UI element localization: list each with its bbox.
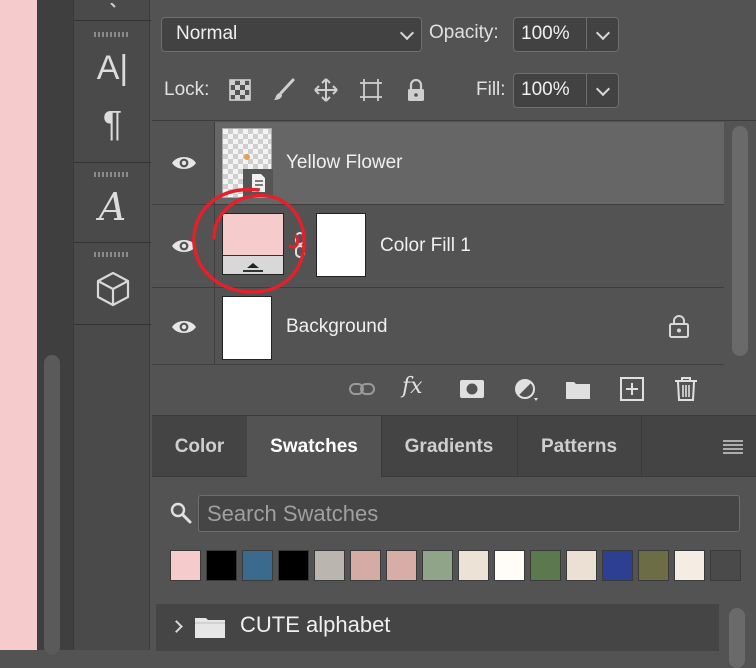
tool-grip[interactable]: [94, 32, 130, 37]
swatch-chip[interactable]: [278, 550, 309, 581]
swatch-chip[interactable]: [242, 550, 273, 581]
opacity-field[interactable]: 100%: [513, 17, 619, 52]
layer-lock-icon[interactable]: [668, 314, 690, 338]
new-group-folder-icon[interactable]: [564, 376, 592, 402]
swatch-chip[interactable]: [602, 550, 633, 581]
collapsed-tool-icon[interactable]: [74, 0, 151, 20]
lock-all-icon[interactable]: [404, 78, 428, 102]
visibility-column: [152, 205, 215, 287]
swatch-chip[interactable]: [170, 550, 201, 581]
layer-name[interactable]: Yellow Flower: [286, 152, 403, 174]
layer-row-background[interactable]: Background: [152, 288, 724, 365]
layers-scrollbar[interactable]: [730, 122, 752, 362]
eye-icon[interactable]: [171, 154, 197, 172]
layer-name[interactable]: Color Fill 1: [380, 235, 471, 257]
search-swatches-field[interactable]: [198, 495, 740, 532]
swatch-chip[interactable]: [314, 550, 345, 581]
tab-color[interactable]: Color: [152, 416, 248, 476]
search-icon: [170, 502, 192, 524]
swatch-chip[interactable]: [710, 550, 741, 581]
trash-delete-icon[interactable]: [672, 376, 700, 402]
fill-color-thumbnail[interactable]: [222, 213, 284, 275]
paragraph-panel-icon[interactable]: ¶: [74, 104, 151, 144]
lock-artboard-icon[interactable]: [359, 78, 383, 102]
swatch-chip[interactable]: [206, 550, 237, 581]
swatches-scrollbar[interactable]: [726, 604, 748, 668]
panel-tab-bar: Color Swatches Gradients Patterns: [152, 416, 756, 477]
chevron-down-icon[interactable]: [595, 25, 611, 41]
lock-image-pixels-brush-icon[interactable]: [272, 78, 296, 102]
swatch-chip[interactable]: [638, 550, 669, 581]
link-layers-icon[interactable]: [348, 376, 376, 402]
flower-icon: [244, 154, 250, 160]
layers-scroll-thumb[interactable]: [732, 126, 748, 356]
opacity-label: Opacity:: [429, 22, 499, 43]
background-thumbnail[interactable]: [222, 296, 272, 360]
canvas-scrollbar[interactable]: [37, 0, 73, 655]
fill-field[interactable]: 100%: [513, 73, 619, 108]
tab-gradients[interactable]: Gradients: [381, 416, 518, 476]
layers-panel: Normal Opacity: 100% Lock: Fill: 100% Ye…: [152, 0, 756, 415]
layer-row-yellow-flower[interactable]: Yellow Flower: [152, 122, 724, 205]
lock-transparent-pixels-icon[interactable]: [228, 78, 252, 102]
tab-swatches[interactable]: Swatches: [247, 416, 382, 477]
swatch-folder-cute-alphabet[interactable]: CUTE alphabet: [156, 604, 719, 651]
tool-grip[interactable]: [94, 172, 130, 177]
search-swatches-input[interactable]: [205, 496, 729, 531]
chevron-down-icon: [399, 25, 415, 41]
new-layer-icon[interactable]: [618, 376, 646, 402]
swatch-chip[interactable]: [386, 550, 417, 581]
layer-name[interactable]: Background: [286, 316, 387, 338]
folder-icon: [195, 618, 225, 638]
tab-patterns[interactable]: Patterns: [517, 416, 642, 476]
swatches-panel: Color Swatches Gradients Patterns CUTE a…: [152, 415, 756, 668]
add-mask-icon[interactable]: [458, 376, 486, 402]
fill-label: Fill:: [476, 79, 506, 100]
chevron-down-icon[interactable]: [595, 81, 611, 97]
swatch-chip[interactable]: [350, 550, 381, 581]
lock-label: Lock:: [164, 79, 210, 100]
swatches-scroll-thumb[interactable]: [729, 608, 745, 668]
canvas-edge: [0, 0, 37, 650]
swatch-chip[interactable]: [422, 550, 453, 581]
chain-link-icon[interactable]: [293, 231, 307, 259]
blend-mode-dropdown[interactable]: Normal: [161, 17, 422, 52]
swatch-chip[interactable]: [566, 550, 597, 581]
swatch-chip[interactable]: [494, 550, 525, 581]
3d-cube-icon[interactable]: [74, 270, 151, 313]
adjustment-layer-icon[interactable]: [512, 376, 540, 402]
swatch-chip[interactable]: [458, 550, 489, 581]
blend-mode-value: Normal: [176, 23, 238, 44]
layer-row-color-fill-1[interactable]: Color Fill 1: [152, 205, 724, 288]
panel-menu-icon[interactable]: [722, 440, 744, 454]
swatch-chip[interactable]: [674, 550, 705, 581]
folder-name: CUTE alphabet: [240, 612, 391, 637]
smart-object-icon: [243, 169, 273, 197]
character-panel-icon[interactable]: A|: [74, 48, 151, 88]
tool-grip[interactable]: [94, 252, 130, 257]
lock-position-move-icon[interactable]: [314, 78, 338, 102]
fx-icon[interactable]: fx: [402, 374, 423, 399]
fill-value: 100%: [521, 79, 570, 100]
visibility-column: [152, 122, 215, 204]
panel-tool-column: A| ¶ A: [73, 0, 151, 650]
glyphs-panel-icon[interactable]: A: [74, 184, 151, 230]
eye-icon[interactable]: [171, 237, 197, 255]
fill-adjustment-icon: [243, 263, 263, 272]
layer-thumbnail-transparent[interactable]: [222, 128, 273, 198]
layer-mask-thumbnail[interactable]: [316, 213, 366, 277]
opacity-value: 100%: [521, 23, 570, 44]
canvas-scroll-thumb[interactable]: [44, 355, 60, 655]
visibility-column: [152, 288, 215, 364]
eye-icon[interactable]: [171, 318, 197, 336]
chevron-right-icon[interactable]: [170, 620, 183, 633]
swatch-chip[interactable]: [530, 550, 561, 581]
